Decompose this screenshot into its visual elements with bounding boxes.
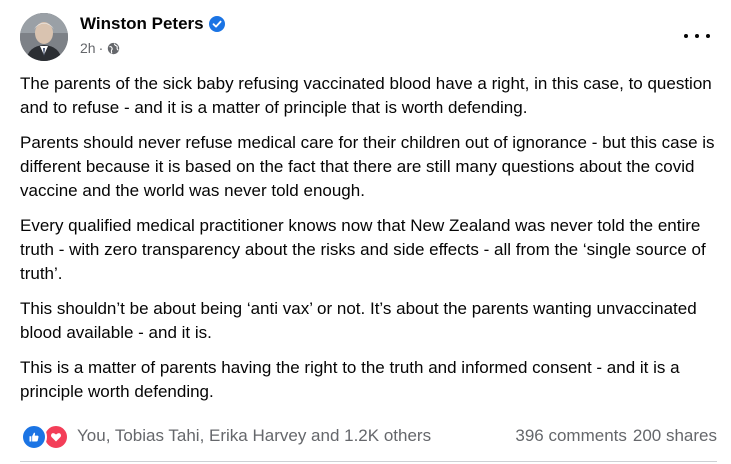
post-timestamp[interactable]: 2h (80, 40, 96, 56)
dot (695, 34, 699, 38)
globe-icon[interactable] (107, 42, 120, 55)
verified-badge-icon (208, 16, 225, 32)
post-paragraph: This shouldn’t be about being ‘anti vax’… (20, 299, 697, 342)
post-paragraph: This is a matter of parents having the r… (20, 358, 680, 401)
shares-count[interactable]: 200 shares (633, 426, 717, 446)
post-paragraph: Every qualified medical practitioner kno… (20, 216, 706, 283)
engagement-counts: 396 comments 200 shares (515, 426, 717, 446)
footer-divider (20, 461, 717, 462)
separator-dot: · (98, 40, 104, 56)
dot (684, 34, 688, 38)
reactions-summary[interactable]: You, Tobias Tahi, Erika Harvey and 1.2K … (21, 424, 431, 450)
post-paragraph: Parents should never refuse medical care… (20, 133, 715, 200)
post-paragraph: The parents of the sick baby refusing va… (20, 74, 712, 117)
comments-count[interactable]: 396 comments (515, 426, 627, 446)
author-name[interactable]: Winston Peters (80, 14, 204, 34)
dot (706, 34, 710, 38)
like-reaction-icon (21, 424, 47, 450)
more-options-icon[interactable] (684, 28, 710, 44)
post-meta: 2h · (80, 40, 120, 56)
author-avatar[interactable] (20, 13, 68, 61)
reactions-text[interactable]: You, Tobias Tahi, Erika Harvey and 1.2K … (77, 426, 431, 446)
facebook-post: Winston Peters 2h · The parents of the s… (0, 0, 731, 464)
reaction-icons (21, 424, 69, 450)
post-text: The parents of the sick baby refusing va… (20, 72, 720, 415)
author-name-row: Winston Peters (80, 14, 225, 34)
